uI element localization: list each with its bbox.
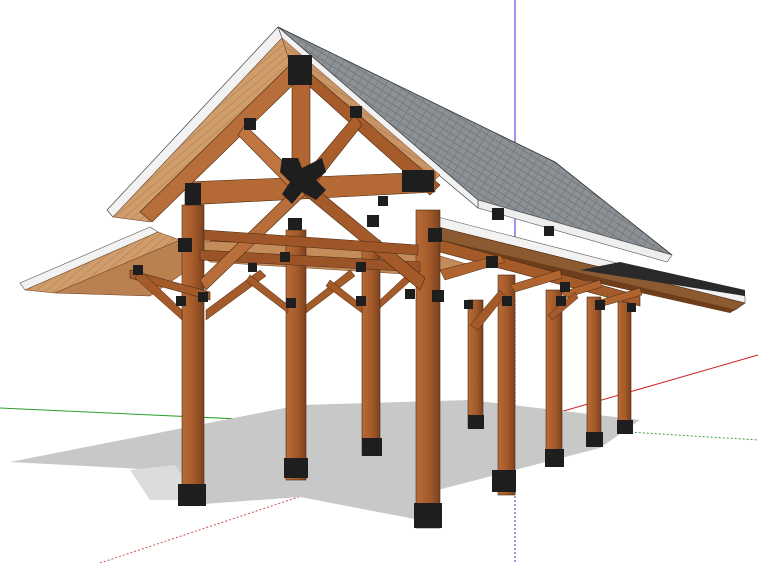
bracket — [432, 290, 444, 302]
bracket — [595, 300, 605, 310]
bracket — [492, 208, 504, 220]
bracket — [198, 292, 208, 302]
bracket — [280, 252, 290, 262]
bracket — [176, 296, 186, 306]
bracket — [627, 303, 636, 312]
bracket — [402, 170, 434, 192]
post — [617, 301, 632, 433]
post — [361, 239, 381, 456]
post — [415, 209, 441, 529]
bracket — [244, 118, 256, 130]
bracket — [544, 226, 554, 236]
bracket — [350, 106, 362, 118]
post — [285, 229, 307, 481]
bracket — [428, 228, 442, 242]
post — [497, 274, 516, 496]
bracket — [464, 300, 473, 309]
bracket — [560, 282, 570, 292]
bracket — [378, 196, 388, 206]
bracket — [248, 263, 257, 272]
post-base — [362, 438, 382, 456]
bracket — [367, 215, 379, 227]
post — [586, 296, 602, 444]
bracket — [502, 296, 512, 306]
bracket — [185, 183, 201, 205]
post-base — [586, 432, 603, 447]
bracket — [133, 265, 143, 275]
bracket — [356, 262, 366, 272]
bracket — [286, 298, 296, 308]
bracket — [288, 218, 302, 230]
post-base — [178, 484, 206, 506]
bracket — [356, 296, 366, 306]
post-base — [284, 458, 308, 478]
bracket — [556, 296, 566, 306]
bracket — [486, 256, 498, 268]
bracket — [178, 238, 192, 252]
model-viewport[interactable] — [0, 0, 758, 563]
scene-canvas[interactable] — [0, 0, 758, 563]
post-base — [545, 449, 564, 467]
post-base — [492, 470, 516, 492]
post-base — [617, 420, 633, 434]
bracket-ridge — [288, 55, 312, 85]
post-base — [468, 415, 484, 429]
bracket — [405, 289, 415, 299]
post-base — [414, 503, 442, 528]
